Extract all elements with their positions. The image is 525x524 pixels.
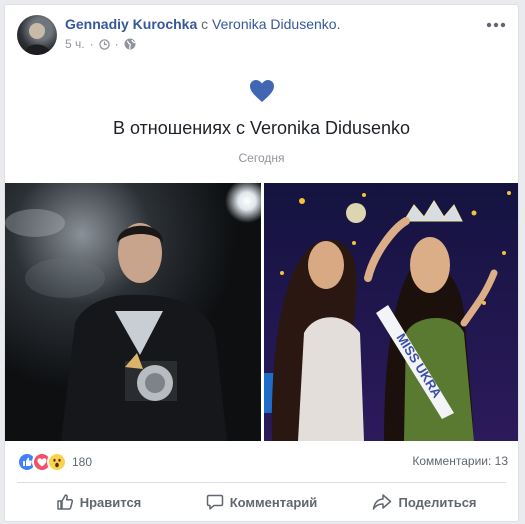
life-event-date: Сегодня [238,151,285,165]
comment-label: Комментарий [229,494,318,510]
tagged-partner[interactable]: Veronika Didusenko. [212,16,340,32]
post-meta: 5 ч. · · [65,37,136,51]
photo-left[interactable] [5,183,261,441]
share-label: Поделиться [398,494,477,510]
share-button[interactable]: Поделиться [343,485,506,519]
author-avatar[interactable] [17,15,57,55]
clock-icon [98,38,110,50]
globe-icon[interactable] [124,38,136,50]
post-time[interactable]: 5 ч. [65,37,85,51]
thumbs-up-icon [56,493,74,511]
speech-bubble-icon [206,493,224,511]
actions-divider [17,482,506,483]
author-name[interactable]: Gennadiy Kurochka [65,16,197,32]
heart-icon [249,79,275,108]
reactions-bar: 180 Комментарии: 13 [5,441,518,477]
like-button[interactable]: Нравится [17,485,180,519]
post-header: Gennadiy Kurochka с Veronika Didusenko. [65,16,340,32]
share-arrow-icon [372,493,392,511]
more-options-icon[interactable] [484,17,508,33]
with-text: с [201,16,209,32]
photo-grid: MISS UKRA [5,183,518,441]
separator-dot: · [89,37,94,51]
post-card: Gennadiy Kurochka с Veronika Didusenko. … [4,4,519,522]
reaction-summary[interactable]: 180 [17,452,92,472]
comment-button[interactable]: Комментарий [180,485,343,519]
wow-icon [47,452,67,472]
like-label: Нравится [79,494,142,510]
photo-right[interactable]: MISS UKRA [264,183,518,441]
separator-dot: · [114,37,119,51]
reaction-count: 180 [72,455,93,469]
life-event-title: В отношениях с Veronika Didusenko [112,118,411,138]
post-actions: Нравится Комментарий Поделиться [17,485,506,519]
comments-count[interactable]: Комментарии: 13 [412,454,508,468]
